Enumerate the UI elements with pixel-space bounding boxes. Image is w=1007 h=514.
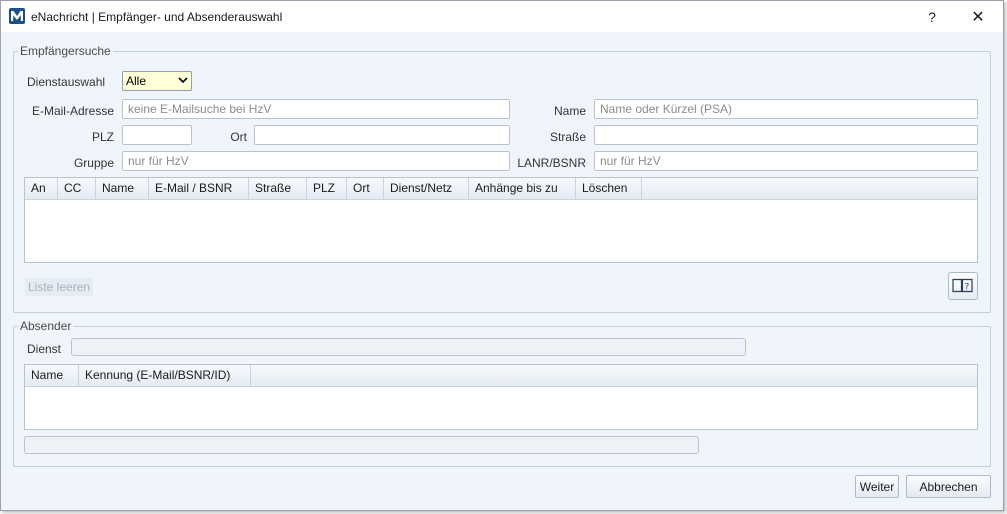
recipient-search-legend: Empfängersuche: [18, 44, 113, 58]
sender-service-field[interactable]: [71, 338, 746, 356]
sender-status-bar: [24, 436, 699, 454]
column-header-email-bsnr[interactable]: E-Mail / BSNR: [149, 178, 249, 200]
lanr-bsnr-field[interactable]: nur für HzV: [594, 151, 978, 171]
app-logo-icon: [9, 8, 25, 24]
column-header-sender-name[interactable]: Name: [25, 365, 79, 387]
column-header-plz[interactable]: PLZ: [307, 178, 347, 200]
column-header-kennung[interactable]: Kennung (E-Mail/BSNR/ID): [79, 365, 251, 387]
help-book-icon: ?: [952, 277, 974, 296]
recipient-table[interactable]: An CC Name E-Mail / BSNR Straße PLZ Ort …: [24, 177, 978, 263]
column-header-name[interactable]: Name: [96, 178, 149, 200]
column-header-strasse[interactable]: Straße: [249, 178, 307, 200]
close-button[interactable]: ✕: [955, 1, 1001, 32]
sender-service-label: Dienst: [27, 342, 62, 356]
plz-field[interactable]: [122, 125, 192, 145]
clear-list-button[interactable]: Liste leeren: [25, 278, 94, 296]
sender-table-header: Name Kennung (E-Mail/BSNR/ID): [25, 365, 977, 387]
next-button[interactable]: Weiter: [855, 475, 899, 498]
gruppe-label: Gruppe: [73, 156, 114, 170]
dialog-window: eNachricht | Empfänger- und Absenderausw…: [0, 0, 1004, 511]
email-field[interactable]: keine E-Mailsuche bei HzV: [122, 99, 510, 119]
column-header-an[interactable]: An: [25, 178, 58, 200]
email-label: E-Mail-Adresse: [31, 104, 114, 118]
lanr-bsnr-label: LANR/BSNR: [517, 156, 586, 170]
name-field[interactable]: Name oder Kürzel (PSA): [594, 99, 978, 119]
service-select-value: Alle: [126, 74, 147, 88]
svg-text:?: ?: [965, 282, 970, 292]
column-header-cc[interactable]: CC: [58, 178, 96, 200]
window-title: eNachricht | Empfänger- und Absenderausw…: [31, 10, 283, 24]
service-select-label: Dienstauswahl: [27, 75, 106, 89]
column-header-loeschen[interactable]: Löschen: [576, 178, 642, 200]
recipient-table-header: An CC Name E-Mail / BSNR Straße PLZ Ort …: [25, 178, 977, 200]
sender-legend: Absender: [18, 319, 74, 333]
column-header-dienst-netz[interactable]: Dienst/Netz: [384, 178, 469, 200]
gruppe-field[interactable]: nur für HzV: [122, 151, 510, 171]
sender-table[interactable]: Name Kennung (E-Mail/BSNR/ID): [24, 364, 978, 430]
help-book-button[interactable]: ?: [948, 272, 978, 300]
name-label: Name: [553, 104, 586, 118]
cancel-button[interactable]: Abbrechen: [906, 475, 991, 498]
chevron-down-icon: [178, 73, 188, 90]
ort-field[interactable]: [254, 125, 510, 145]
column-header-ort[interactable]: Ort: [347, 178, 384, 200]
title-bar: eNachricht | Empfänger- und Absenderausw…: [1, 1, 1003, 32]
ort-label: Ort: [230, 130, 247, 144]
help-button[interactable]: ?: [909, 1, 955, 32]
service-select[interactable]: Alle: [122, 71, 192, 91]
column-header-anhaenge[interactable]: Anhänge bis zu: [469, 178, 576, 200]
strasse-field[interactable]: [594, 125, 978, 145]
plz-label: PLZ: [91, 130, 114, 144]
strasse-label: Straße: [549, 130, 586, 144]
